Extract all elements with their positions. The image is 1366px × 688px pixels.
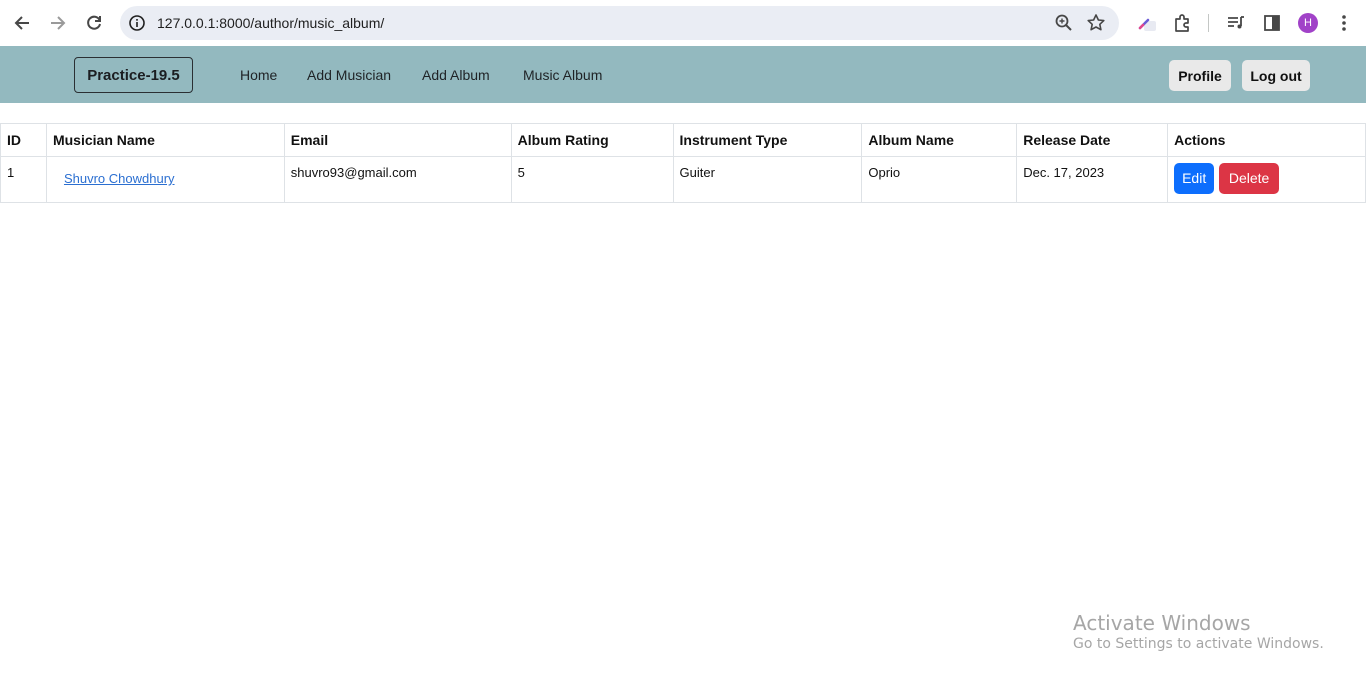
cell-id: 1 [0, 156, 47, 203]
activate-windows-subtitle: Go to Settings to activate Windows. [1073, 636, 1324, 652]
brand-logo[interactable]: Practice-19.5 [74, 57, 193, 93]
side-panel-icon[interactable] [1261, 12, 1283, 34]
zoom-icon[interactable] [1054, 13, 1074, 33]
header-instrument-type: Instrument Type [672, 123, 863, 157]
profile-avatar[interactable]: H [1298, 13, 1318, 33]
back-arrow-icon[interactable] [10, 11, 34, 35]
header-musician-name: Musician Name [45, 123, 285, 157]
cell-email: shuvro93@gmail.com [283, 156, 512, 203]
cell-actions: Edit Delete [1167, 156, 1366, 203]
delete-button[interactable]: Delete [1218, 163, 1280, 194]
header-actions: Actions [1167, 123, 1366, 157]
site-info-icon[interactable] [128, 14, 146, 32]
profile-button[interactable]: Profile [1169, 60, 1231, 91]
table-row: 1 Shuvro Chowdhury shuvro93@gmail.com 5 … [0, 156, 1366, 203]
media-queue-icon[interactable] [1225, 12, 1247, 34]
toolbar-separator [1208, 14, 1209, 32]
forward-arrow-icon[interactable] [46, 11, 70, 35]
cell-album-rating: 5 [510, 156, 674, 203]
cell-album-name: Oprio [861, 156, 1018, 203]
browser-toolbar: 127.0.0.1:8000/author/music_album/ H [0, 0, 1366, 46]
music-album-table: ID Musician Name Email Album Rating Inst… [0, 123, 1366, 203]
cell-musician-name: Shuvro Chowdhury [45, 156, 285, 203]
cell-release-date: Dec. 17, 2023 [1016, 156, 1169, 203]
table-header-row: ID Musician Name Email Album Rating Inst… [0, 123, 1366, 157]
more-menu-icon[interactable] [1333, 12, 1355, 34]
nav-link-add-musician[interactable]: Add Musician [307, 67, 391, 83]
app-navbar: Practice-19.5 Home Add Musician Add Albu… [0, 46, 1366, 103]
header-album-rating: Album Rating [510, 123, 674, 157]
activate-windows-title: Activate Windows [1073, 611, 1251, 635]
cell-instrument-type: Guiter [672, 156, 863, 203]
url-text[interactable]: 127.0.0.1:8000/author/music_album/ [157, 15, 384, 31]
header-email: Email [283, 123, 512, 157]
header-release-date: Release Date [1016, 123, 1169, 157]
musician-link[interactable]: Shuvro Chowdhury [64, 171, 175, 186]
nav-link-home[interactable]: Home [240, 67, 277, 83]
nav-link-music-album[interactable]: Music Album [523, 67, 602, 83]
logout-button[interactable]: Log out [1242, 60, 1310, 91]
reload-icon[interactable] [82, 11, 106, 35]
extension-pen-icon[interactable] [1136, 12, 1158, 34]
edit-button[interactable]: Edit [1174, 163, 1215, 194]
header-id: ID [0, 123, 47, 157]
address-bar[interactable]: 127.0.0.1:8000/author/music_album/ [120, 6, 1119, 40]
header-album-name: Album Name [861, 123, 1018, 157]
extensions-puzzle-icon[interactable] [1172, 12, 1194, 34]
bookmark-star-icon[interactable] [1086, 13, 1106, 33]
nav-link-add-album[interactable]: Add Album [422, 67, 490, 83]
